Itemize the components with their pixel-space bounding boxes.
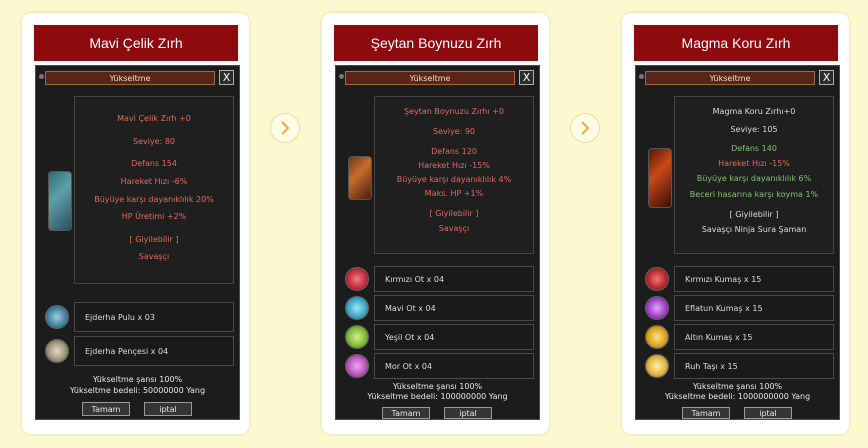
card-title: Şeytan Boynuzu Zırh (334, 25, 538, 61)
upgrade-cost: Yükseltme bedeli: 1000000000 Yang (664, 392, 811, 401)
item-info-panel: Mavi Çelik Zırh +0 Seviye: 80 Defans 154… (74, 96, 234, 284)
upgrade-chance: Yükseltme şansı 100% (692, 382, 783, 391)
material-label: Yeşil Ot x 04 (385, 333, 435, 342)
purple-herb-icon (345, 354, 369, 378)
window-pin-icon (39, 74, 44, 79)
material-row: Kırmızı Ot x 04 (345, 266, 534, 292)
item-defense: Defans 154 (131, 159, 177, 168)
upgrade-cost: Yükseltme bedeli: 100000000 Yang (367, 392, 508, 401)
dragon-claw-icon (45, 339, 69, 363)
card-title: Magma Koru Zırh (634, 25, 838, 61)
item-class: Savaşçı Ninja Sura Şaman (701, 225, 807, 234)
material-label: Ejderha Pençesi x 04 (85, 347, 169, 356)
item-name: Şeytan Boynuzu Zırhı +0 (404, 107, 504, 116)
item-defense: Defans 120 (431, 147, 477, 156)
material-row: Mavi Ot x 04 (345, 295, 534, 321)
item-movement-speed: Hareket Hızı -6% (120, 177, 188, 186)
item-magic-resist: Büyüye karşı dayanıklılık 6% (696, 174, 812, 183)
item-magic-resist: Büyüye karşı dayanıklılık 4% (396, 175, 512, 184)
cancel-button[interactable]: iptal (744, 407, 792, 419)
card-title: Mavi Çelik Zırh (34, 25, 238, 61)
close-button[interactable]: X (519, 70, 534, 85)
material-label: Mor Ot x 04 (385, 362, 433, 371)
upgrade-card-mavi-celik: Mavi Çelik Zırh Yükseltme X Mavi Çelik Z… (22, 13, 249, 434)
red-herb-icon (345, 267, 369, 291)
ok-button[interactable]: Tamam (682, 407, 730, 419)
armor-icon (348, 156, 372, 200)
upgrade-cost: Yükseltme bedeli: 50000000 Yang (69, 386, 206, 395)
item-class: Savaşçı (438, 224, 470, 233)
material-row: Ejderha Pulu x 03 (45, 302, 234, 332)
item-wearable: [ Giyilebilir ] (129, 235, 179, 244)
material-row: Eflatun Kumaş x 15 (645, 295, 834, 321)
armor-icon (48, 171, 72, 231)
dragon-scale-icon (45, 305, 69, 329)
ok-button[interactable]: Tamam (82, 402, 130, 416)
item-name: Magma Koru Zırhı+0 (712, 107, 796, 116)
item-wearable: [ Giyilebilir ] (429, 209, 479, 218)
item-level: Seviye: 80 (132, 137, 176, 146)
gold-fabric-icon (645, 325, 669, 349)
upgrade-chance: Yükseltme şansı 100% (92, 375, 183, 384)
item-wearable: [ Giyilebilir ] (729, 210, 779, 219)
item-magic-resist: Büyüye karşı dayanıklılık 20% (94, 195, 214, 204)
item-info-panel: Magma Koru Zırhı+0 Seviye: 105 Defans 14… (674, 96, 834, 254)
item-defense: Defans 140 (731, 144, 777, 153)
material-row: Ruh Taşı x 15 (645, 353, 834, 379)
material-row: Mor Ot x 04 (345, 353, 534, 379)
cancel-button[interactable]: iptal (444, 407, 492, 419)
red-fabric-icon (645, 267, 669, 291)
material-label: Ejderha Pulu x 03 (85, 313, 155, 322)
upgrade-card-magma-koru: Magma Koru Zırh Yükseltme X Magma Koru Z… (622, 13, 849, 434)
item-name: Mavi Çelik Zırh +0 (117, 114, 191, 123)
upgrade-window: Yükseltme X Magma Koru Zırhı+0 Seviye: 1… (635, 65, 840, 420)
window-pin-icon (339, 74, 344, 79)
material-label: Kırmızı Ot x 04 (385, 275, 445, 284)
upgrade-chance: Yükseltme şansı 100% (392, 382, 483, 391)
item-skill-resist: Beceri hasarına karşı koyma 1% (689, 190, 819, 199)
material-label: Altın Kumaş x 15 (685, 333, 753, 342)
ok-button[interactable]: Tamam (382, 407, 430, 419)
item-max-hp: Maks. HP +1% (424, 189, 484, 198)
material-row: Kırmızı Kumaş x 15 (645, 266, 834, 292)
item-class: Savaşçı (138, 252, 170, 261)
item-movement-speed: Hareket Hızı -15% (718, 159, 790, 168)
item-level: Seviye: 105 (730, 125, 778, 134)
cancel-button[interactable]: iptal (144, 402, 192, 416)
item-level: Seviye: 90 (432, 127, 476, 136)
window-title: Yükseltme (345, 71, 515, 85)
close-button[interactable]: X (219, 70, 234, 85)
upgrade-card-seytan-boynuzu: Şeytan Boynuzu Zırh Yükseltme X Şeytan B… (322, 13, 549, 434)
close-button[interactable]: X (819, 70, 834, 85)
armor-icon (648, 148, 672, 208)
upgrade-window: Yükseltme X Mavi Çelik Zırh +0 Seviye: 8… (35, 65, 240, 420)
upgrade-window: Yükseltme X Şeytan Boynuzu Zırhı +0 Sevi… (335, 65, 540, 420)
material-row: Altın Kumaş x 15 (645, 324, 834, 350)
material-row: Yeşil Ot x 04 (345, 324, 534, 350)
green-herb-icon (345, 325, 369, 349)
blue-herb-icon (345, 296, 369, 320)
material-row: Ejderha Pençesi x 04 (45, 336, 234, 366)
window-title: Yükseltme (45, 71, 215, 85)
material-label: Eflatun Kumaş x 15 (685, 304, 763, 313)
material-label: Ruh Taşı x 15 (685, 362, 738, 371)
next-arrow-icon (570, 113, 600, 143)
violet-fabric-icon (645, 296, 669, 320)
window-pin-icon (639, 74, 644, 79)
material-label: Kırmızı Kumaş x 15 (685, 275, 762, 284)
item-movement-speed: Hareket Hızı -15% (418, 161, 490, 170)
item-info-panel: Şeytan Boynuzu Zırhı +0 Seviye: 90 Defan… (374, 96, 534, 254)
item-hp-regen: HP Üretimi +2% (121, 212, 187, 221)
next-arrow-icon (270, 113, 300, 143)
window-title: Yükseltme (645, 71, 815, 85)
soul-stone-icon (645, 354, 669, 378)
material-label: Mavi Ot x 04 (385, 304, 436, 313)
